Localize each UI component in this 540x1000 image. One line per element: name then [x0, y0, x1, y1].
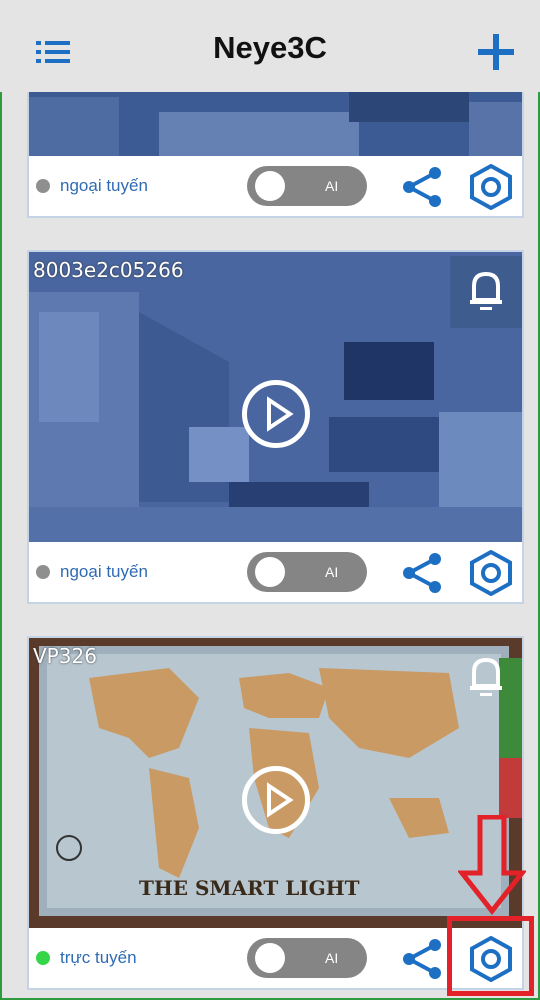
camera-card-footer: ngoại tuyến AI	[29, 542, 522, 602]
toggle-knob	[255, 171, 285, 201]
ai-toggle[interactable]: AI	[247, 938, 367, 978]
alarm-button[interactable]	[450, 256, 522, 328]
app-title: Neye3C	[213, 30, 327, 65]
offline-status-dot	[36, 565, 50, 579]
settings-icon[interactable]	[469, 550, 513, 596]
status-text: ngoại tuyến	[60, 562, 148, 581]
share-icon[interactable]	[401, 166, 443, 208]
camera-name: 8003e2c05266	[33, 258, 184, 282]
plus-icon[interactable]	[478, 34, 514, 70]
feed-overlay-text: THE SMART LIGHT	[139, 876, 360, 900]
play-button[interactable]	[242, 380, 310, 448]
offline-status-dot	[36, 179, 50, 193]
play-icon	[267, 396, 294, 432]
share-icon[interactable]	[401, 552, 443, 594]
bell-icon[interactable]	[450, 642, 522, 714]
play-button[interactable]	[242, 766, 310, 834]
toggle-knob	[255, 557, 285, 587]
camera-name: VP326	[33, 644, 97, 668]
bell-icon	[470, 271, 502, 310]
play-icon	[267, 782, 294, 818]
settings-highlight-box	[447, 916, 534, 996]
camera-card: 8003e2c05266 ngoại tuyến AI	[27, 250, 524, 604]
camera-card: ngoại tuyến AI	[27, 70, 524, 218]
ai-label: AI	[325, 564, 339, 580]
ai-label: AI	[325, 178, 339, 194]
toggle-knob	[255, 943, 285, 973]
ai-toggle[interactable]: AI	[247, 166, 367, 206]
online-status-dot	[36, 951, 50, 965]
status-text: trực tuyến	[60, 948, 137, 967]
camera-card-footer: ngoại tuyến AI	[29, 156, 522, 216]
camera-feed[interactable]: VP326 THE SMART LIGHT	[29, 638, 522, 928]
share-icon[interactable]	[401, 938, 443, 980]
status-text: ngoại tuyến	[60, 176, 148, 195]
settings-icon[interactable]	[469, 164, 513, 210]
ai-toggle[interactable]: AI	[247, 552, 367, 592]
down-arrow-annotation-icon	[458, 815, 526, 915]
app-header: Neye3C	[0, 0, 540, 92]
ai-label: AI	[325, 950, 339, 966]
camera-feed[interactable]: 8003e2c05266	[29, 252, 522, 542]
